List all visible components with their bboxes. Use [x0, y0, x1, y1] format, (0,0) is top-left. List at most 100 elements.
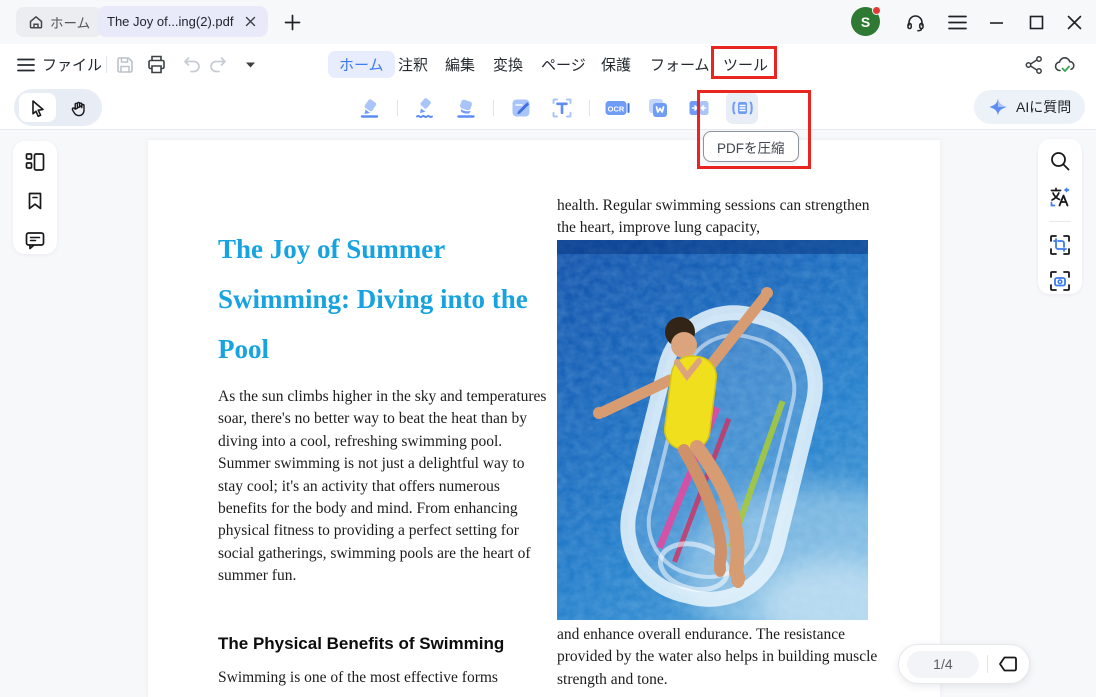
save-button[interactable]: [115, 44, 135, 85]
comment-panel-button[interactable]: [22, 227, 48, 253]
close-window-button[interactable]: [1062, 10, 1086, 34]
maximize-button[interactable]: [1024, 10, 1048, 34]
right-column-top-text: health. Regular swimming sessions can st…: [557, 195, 879, 240]
pdf-page[interactable]: The Joy of Summer Swimming: Diving into …: [148, 140, 940, 697]
file-menu-label: ファイル: [42, 54, 102, 75]
merge-pdf-button[interactable]: [685, 94, 713, 122]
bookmark-panel-button[interactable]: [22, 188, 48, 214]
document-tab-title: The Joy of...ing(2).pdf: [107, 14, 233, 29]
select-tool-button[interactable]: [19, 93, 56, 122]
tab-protect-label: 保護: [601, 54, 631, 75]
cursor-icon: [29, 99, 46, 117]
thumbnails-icon: [24, 151, 46, 173]
share-button[interactable]: [1024, 44, 1044, 85]
hamburger-icon: [948, 15, 967, 30]
divider: [106, 56, 107, 73]
tab-page-label: ページ: [541, 54, 586, 75]
page-navigator: 1/4: [898, 644, 1030, 684]
new-tab-button[interactable]: [280, 10, 304, 34]
minimize-button[interactable]: [984, 10, 1008, 34]
tab-convert[interactable]: 変換: [489, 51, 527, 78]
comment-icon: [24, 230, 46, 251]
document-area: The Joy of Summer Swimming: Diving into …: [0, 130, 1096, 697]
search-button[interactable]: [1047, 148, 1073, 173]
document-tab[interactable]: The Joy of...ing(2).pdf: [97, 6, 268, 37]
divider: [397, 100, 398, 116]
headset-icon: [905, 12, 926, 33]
tool-ribbon: OCR AIに質問: [0, 85, 1096, 130]
section-first-line: Swimming is one of the most effective fo…: [218, 667, 550, 689]
right-sidebar: [1038, 139, 1082, 294]
tab-page[interactable]: ページ: [537, 51, 590, 78]
divider: [1049, 221, 1071, 222]
svg-text:OCR: OCR: [608, 105, 625, 114]
pointer-mode-switch: [14, 89, 102, 126]
file-menu[interactable]: ファイル: [17, 44, 102, 85]
compress-tooltip-label: PDFを圧縮: [717, 137, 785, 157]
quick-tools-dropdown[interactable]: [245, 44, 256, 85]
undo-button[interactable]: [181, 44, 202, 85]
divider: [987, 655, 988, 673]
intro-paragraph: As the sun climbs higher in the sky and …: [218, 386, 550, 588]
tab-edit-label: 編集: [445, 54, 475, 75]
compress-icon: [730, 96, 755, 120]
page-indicator[interactable]: 1/4: [907, 651, 979, 678]
redo-icon: [208, 56, 229, 74]
squiggly-pen-icon: [413, 96, 437, 120]
home-button[interactable]: ホーム: [16, 7, 102, 37]
file-menu-icon: [17, 58, 35, 72]
chevron-down-icon: [245, 61, 256, 69]
compress-tooltip: PDFを圧縮: [703, 131, 799, 162]
crop-button[interactable]: [1047, 232, 1073, 257]
hand-tool-button[interactable]: [60, 93, 97, 122]
ask-ai-label: AIに質問: [1016, 97, 1071, 117]
screenshot-button[interactable]: [1047, 269, 1073, 294]
tab-form[interactable]: フォーム: [646, 51, 714, 78]
merge-icon: [687, 96, 711, 120]
tab-home[interactable]: ホーム: [328, 51, 395, 78]
add-text-button[interactable]: [548, 94, 576, 122]
divider: [493, 100, 494, 116]
ocr-tool-button[interactable]: OCR: [603, 94, 631, 122]
close-icon: [1067, 15, 1082, 30]
home-icon: [28, 14, 44, 30]
highlighter-icon: [358, 96, 382, 120]
title-bar: ホーム The Joy of...ing(2).pdf S: [0, 0, 1096, 44]
compress-pdf-button[interactable]: [726, 92, 758, 124]
back-button[interactable]: [996, 651, 1021, 677]
home-button-label: ホーム: [50, 12, 90, 32]
tab-close-icon[interactable]: [242, 14, 258, 30]
edit-text-button[interactable]: [507, 94, 535, 122]
tab-edit[interactable]: 編集: [441, 51, 479, 78]
underline-tool-button[interactable]: [411, 94, 439, 122]
tab-protect[interactable]: 保護: [597, 51, 635, 78]
add-text-icon: [550, 96, 574, 120]
tab-tools-label: ツール: [723, 54, 768, 75]
print-button[interactable]: [146, 44, 167, 85]
app-menu-button[interactable]: [945, 10, 969, 34]
pool-photo: [557, 240, 868, 620]
tab-annotate-label: 注釈: [398, 54, 428, 75]
eraser-icon: [454, 96, 478, 120]
share-icon: [1024, 55, 1044, 75]
search-icon: [1049, 150, 1071, 172]
highlight-tool-button[interactable]: [356, 94, 384, 122]
tab-annotate[interactable]: 注釈: [394, 51, 432, 78]
user-avatar[interactable]: S: [851, 7, 880, 36]
cloud-check-icon: [1054, 55, 1077, 75]
watermark-tool-button[interactable]: [644, 94, 672, 122]
tab-tools[interactable]: ツール: [719, 51, 772, 78]
eraser-tool-button[interactable]: [452, 94, 480, 122]
translate-button[interactable]: [1047, 184, 1073, 209]
ask-ai-button[interactable]: AIに質問: [974, 90, 1085, 124]
tab-form-label: フォーム: [650, 54, 710, 75]
menu-bar: ファイル ホーム 注釈 編集 変換 ページ 保護 フォーム ツール: [0, 44, 1096, 85]
watermark-icon: [646, 96, 670, 120]
cloud-sync-button[interactable]: [1054, 44, 1077, 85]
redo-button[interactable]: [208, 44, 229, 85]
left-sidebar: [13, 141, 57, 254]
translate-icon: [1048, 185, 1072, 209]
support-button[interactable]: [903, 10, 927, 34]
minimize-icon: [989, 15, 1004, 30]
thumbnail-panel-button[interactable]: [22, 149, 48, 175]
